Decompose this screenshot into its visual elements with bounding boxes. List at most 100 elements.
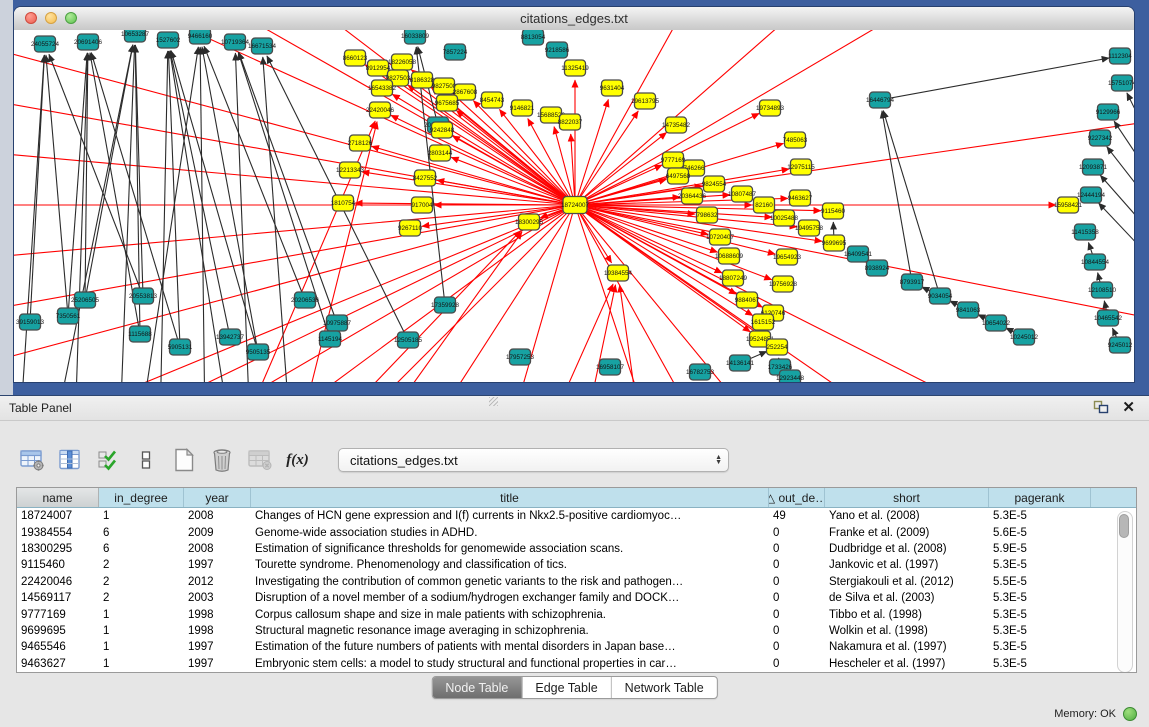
column-header-short[interactable]: short [825, 488, 989, 507]
graph-node[interactable]: 12213343 [336, 162, 365, 178]
graph-node[interactable]: 8813054 [521, 30, 546, 45]
network-graph[interactable]: 2405572420691406106532871527602946616010… [14, 30, 1134, 382]
graph-node[interactable]: 16958107 [596, 359, 625, 375]
column-header-pagerank[interactable]: pagerank [989, 488, 1091, 507]
graph-node[interactable]: 12108510 [1088, 282, 1117, 298]
graph-node[interactable]: 9146821 [510, 100, 535, 116]
graph-node[interactable]: 20364436 [678, 188, 707, 204]
table-row[interactable]: 946554611997Estimation of the future num… [17, 639, 1136, 655]
column-header-name[interactable]: name [17, 488, 99, 507]
minimize-window-icon[interactable] [45, 12, 57, 24]
graph-node[interactable]: 12093871 [1079, 159, 1108, 175]
graph-node[interactable]: 5905131 [168, 339, 193, 355]
graph-node[interactable]: 19613795 [631, 93, 660, 109]
graph-node[interactable]: 9841063 [956, 302, 981, 318]
select-rows-icon[interactable] [94, 447, 121, 474]
graph-node[interactable]: 2803144 [428, 145, 453, 161]
network-window-titlebar[interactable]: citations_edges.txt [14, 7, 1134, 31]
graph-node[interactable]: 9463627 [788, 190, 813, 206]
close-panel-icon[interactable]: ✕ [1122, 398, 1135, 418]
graph-node[interactable]: 9699695 [822, 235, 847, 251]
graph-node[interactable]: 16671534 [248, 38, 277, 54]
memory-status-indicator[interactable] [1123, 707, 1137, 721]
graph-node[interactable]: 10844554 [1081, 254, 1110, 270]
graph-node[interactable]: 1615152 [751, 314, 776, 330]
graph-node[interactable]: 8427552 [413, 170, 438, 186]
graph-node[interactable]: 25206505 [71, 292, 100, 308]
graph-node[interactable]: 10465542 [1094, 310, 1123, 326]
graph-node[interactable]: 20206536 [291, 292, 320, 308]
graph-node[interactable]: 917004 [411, 197, 433, 213]
graph-node[interactable]: 12444194 [1077, 187, 1106, 203]
scrollbar-thumb[interactable] [1119, 514, 1129, 538]
function-builder-icon[interactable]: f(x) [284, 447, 311, 474]
graph-node[interactable]: 22420046 [366, 102, 395, 118]
table-row[interactable]: 1456911722003Disruption of a novel membe… [17, 590, 1136, 606]
graph-node[interactable]: 11325419 [561, 60, 589, 76]
graph-node[interactable]: 16782753 [686, 364, 715, 380]
tab-node-table[interactable]: Node Table [432, 677, 522, 698]
graph-node[interactable]: 798632 [696, 207, 718, 223]
table-settings-icon[interactable] [18, 447, 45, 474]
graph-node[interactable]: 18226058 [388, 54, 417, 70]
graph-node[interactable]: 9227342 [1088, 130, 1113, 146]
column-header-title[interactable]: title [251, 488, 769, 507]
table-row[interactable]: 2242004622012Investigating the contribut… [17, 574, 1136, 590]
graph-node[interactable]: 16033809 [401, 30, 430, 44]
graph-node[interactable]: 15958421 [1054, 197, 1083, 213]
table-row[interactable]: 1830029562008Estimation of significance … [17, 541, 1136, 557]
column-header-year[interactable]: year [184, 488, 251, 507]
graph-node[interactable]: 1527602 [156, 32, 181, 48]
graph-node[interactable]: 20691406 [74, 34, 103, 50]
graph-node[interactable]: 17957253 [506, 349, 535, 365]
graph-node[interactable]: 11415358 [1071, 224, 1099, 240]
graph-node[interactable]: 39159013 [16, 314, 45, 330]
new-column-icon[interactable] [170, 447, 197, 474]
graph-node[interactable]: 7350561 [56, 308, 81, 324]
graph-node[interactable]: 9242848 [430, 122, 455, 138]
graph-node[interactable]: 12923448 [776, 370, 805, 382]
graph-node[interactable]: 18724007 [561, 197, 590, 214]
graph-node[interactable]: 8660123 [343, 50, 368, 66]
column-header-in_degree[interactable]: in_degree [99, 488, 184, 507]
graph-node[interactable]: 13942737 [216, 329, 245, 345]
graph-node[interactable]: 19384554 [604, 265, 633, 281]
column-header-out_de[interactable]: △ out_de… [769, 488, 825, 507]
graph-node[interactable]: 16409541 [844, 246, 873, 262]
graph-node[interactable]: 19495758 [795, 220, 824, 236]
tab-network-table[interactable]: Network Table [612, 677, 717, 698]
graph-node[interactable]: 15751074 [1108, 75, 1134, 91]
table-row[interactable]: 1872400712008Changes of HCN gene express… [17, 508, 1136, 524]
graph-node[interactable]: 7857224 [443, 44, 468, 60]
graph-node[interactable]: 8793917 [900, 274, 925, 290]
graph-node[interactable]: 17359928 [431, 297, 460, 313]
graph-node[interactable]: 19756928 [769, 276, 798, 292]
graph-node[interactable]: 18807249 [719, 270, 748, 286]
graph-node[interactable]: 9034054 [928, 288, 953, 304]
graph-node[interactable]: 10025488 [770, 210, 799, 226]
graph-node[interactable]: 10654022 [982, 315, 1011, 331]
graph-node[interactable]: 9245012 [1108, 337, 1133, 353]
graph-node[interactable]: 12975115 [787, 159, 815, 175]
graph-node[interactable]: 8822037 [558, 114, 583, 130]
table-row[interactable]: 969969511998Structural magnetic resonanc… [17, 623, 1136, 639]
float-panel-icon[interactable] [1093, 400, 1109, 414]
graph-node[interactable]: 9505135 [246, 344, 271, 360]
panel-resize-grip[interactable] [489, 397, 498, 406]
table-select-dropdown[interactable]: citations_edges.txt ▲▼ [338, 448, 729, 472]
graph-node[interactable]: 16543382 [368, 80, 397, 96]
graph-node[interactable]: 10719364 [221, 34, 250, 50]
graph-node[interactable]: 10975887 [323, 315, 352, 331]
graph-node[interactable]: 9824554 [702, 176, 727, 192]
graph-node[interactable]: 10688609 [715, 248, 744, 264]
close-window-icon[interactable] [25, 12, 37, 24]
graph-node[interactable]: 7485063 [783, 132, 808, 148]
graph-node[interactable]: 1810754 [331, 195, 356, 211]
graph-node[interactable]: 12505185 [394, 332, 423, 348]
network-canvas[interactable]: 2405572420691406106532871527602946616010… [14, 30, 1134, 382]
graph-node[interactable]: 8938924 [865, 260, 890, 276]
zoom-window-icon[interactable] [65, 12, 77, 24]
graph-node[interactable]: 1115688 [128, 326, 152, 342]
table-row[interactable]: 977716911998Corpus callosum shape and si… [17, 606, 1136, 622]
row-height-icon[interactable] [132, 447, 159, 474]
